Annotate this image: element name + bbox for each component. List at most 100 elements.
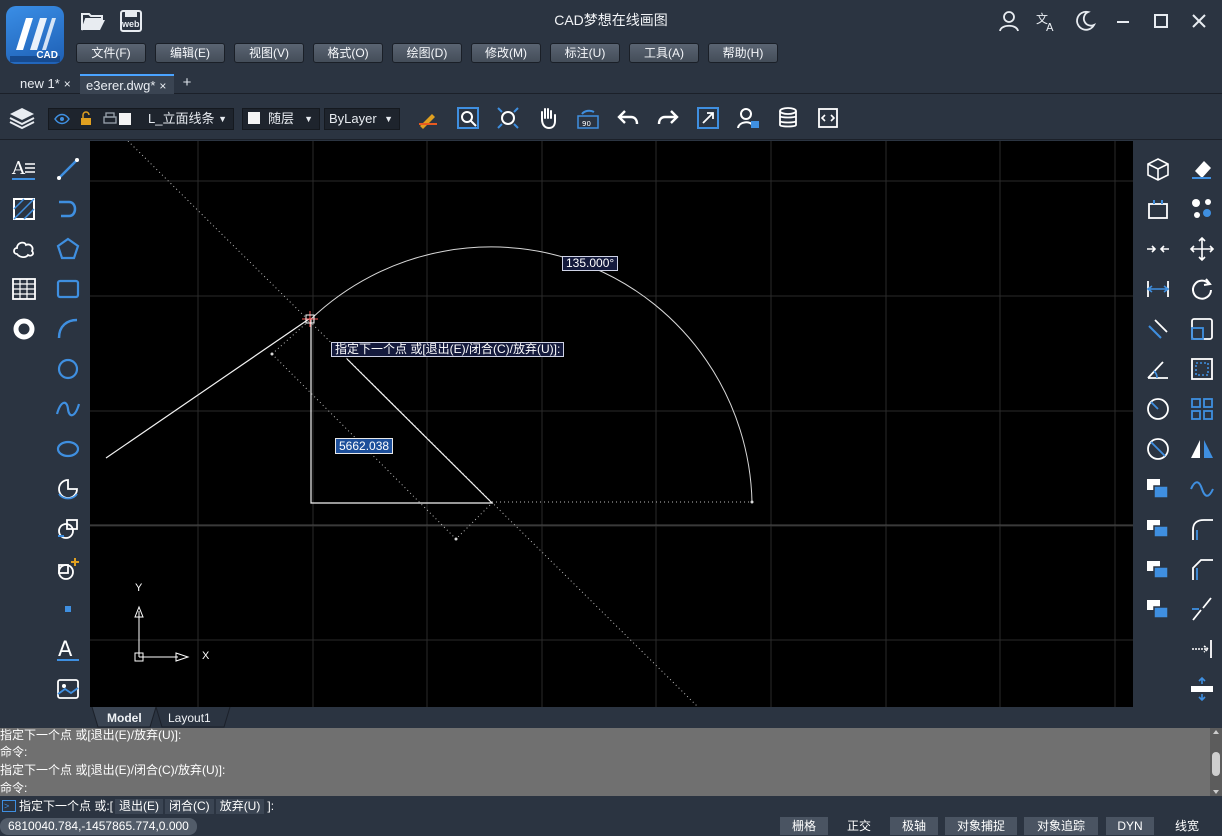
scroll-thumb[interactable] xyxy=(1212,752,1220,776)
toggle-dyn[interactable]: DYN xyxy=(1106,817,1154,835)
join-icon[interactable] xyxy=(1145,236,1171,262)
menu-file[interactable]: 文件(F) xyxy=(76,43,146,63)
menu-dimension[interactable]: 标注(U) xyxy=(550,43,620,63)
layer-select[interactable]: L_立面线条 ▼ xyxy=(48,108,234,130)
arc-entity[interactable] xyxy=(310,246,753,503)
donut-icon[interactable] xyxy=(11,316,37,342)
extend-icon[interactable] xyxy=(1189,636,1215,662)
dimension-radius-icon[interactable] xyxy=(1145,396,1171,422)
stretch-icon[interactable] xyxy=(1189,676,1215,702)
rectangle-icon[interactable] xyxy=(55,276,81,302)
circle-icon[interactable] xyxy=(55,356,81,382)
tab-model[interactable]: Model xyxy=(107,709,142,728)
length-dynamic-input[interactable]: 5662.038 xyxy=(335,438,394,454)
option-close[interactable]: 闭合(C) xyxy=(165,799,214,814)
toggle-object-snap[interactable]: 对象捕捉 xyxy=(945,817,1017,835)
toggle-ortho[interactable]: 正交 xyxy=(836,817,882,835)
web-save-icon[interactable]: web xyxy=(118,9,144,33)
fillet-icon[interactable] xyxy=(1189,516,1215,542)
draw-order-back-icon[interactable] xyxy=(1145,516,1171,542)
insert-block-icon[interactable] xyxy=(55,516,81,542)
app-logo[interactable]: CAD xyxy=(6,6,64,64)
rotate-view-icon[interactable]: 90 xyxy=(576,106,600,130)
move-icon[interactable] xyxy=(1189,236,1215,262)
hatch-icon[interactable] xyxy=(11,196,37,222)
arc-icon[interactable] xyxy=(55,316,81,342)
translate-icon[interactable]: 文A xyxy=(1035,9,1059,34)
user-settings-icon[interactable] xyxy=(736,106,760,130)
dimension-linear-icon[interactable] xyxy=(1145,276,1171,302)
spline-icon[interactable] xyxy=(55,396,81,422)
color-select[interactable]: 随层 ▼ xyxy=(242,108,320,130)
undo-icon[interactable] xyxy=(616,106,640,130)
add-tab-button[interactable]: + xyxy=(178,75,196,93)
option-exit[interactable]: 退出(E) xyxy=(115,799,164,814)
image-icon[interactable] xyxy=(55,676,81,702)
menu-draw[interactable]: 绘图(D) xyxy=(392,43,462,63)
pan-hand-icon[interactable] xyxy=(536,106,560,130)
wave-icon[interactable] xyxy=(1189,476,1215,502)
scroll-up-icon[interactable] xyxy=(1213,730,1219,734)
layers-icon[interactable] xyxy=(8,104,36,132)
revision-cloud-icon[interactable] xyxy=(11,236,37,262)
multiline-text-icon[interactable]: A xyxy=(11,156,37,182)
ellipse-arc-icon[interactable] xyxy=(55,476,81,502)
rotate-icon[interactable] xyxy=(1189,276,1215,302)
toggle-lineweight[interactable]: 线宽 xyxy=(1162,817,1212,835)
lock-icon[interactable] xyxy=(79,109,93,135)
point-icon[interactable] xyxy=(55,596,81,622)
tab-new-1[interactable]: new 1* × xyxy=(14,74,78,94)
array-icon[interactable] xyxy=(1189,396,1215,422)
offset-icon[interactable] xyxy=(1189,356,1215,382)
copy-icon[interactable] xyxy=(1145,196,1171,222)
zoom-window-icon[interactable] xyxy=(456,106,480,130)
chamfer-icon[interactable] xyxy=(1189,556,1215,582)
tab-close-icon[interactable]: × xyxy=(64,77,71,91)
create-block-icon[interactable] xyxy=(55,556,81,582)
toggle-object-tracking[interactable]: 对象追踪 xyxy=(1024,817,1098,835)
toggle-grid[interactable]: 栅格 xyxy=(780,817,828,835)
linetype-select[interactable]: ByLayer ▼ xyxy=(324,108,400,130)
code-icon[interactable] xyxy=(816,106,840,130)
text-icon[interactable]: A xyxy=(55,636,81,662)
user-icon[interactable] xyxy=(997,9,1021,33)
zoom-fit-icon[interactable] xyxy=(696,106,720,130)
print-icon[interactable] xyxy=(103,109,117,135)
line-icon[interactable] xyxy=(55,156,81,182)
menu-edit[interactable]: 编辑(E) xyxy=(155,43,225,63)
draw-order-front-icon[interactable] xyxy=(1145,476,1171,502)
menu-view[interactable]: 视图(V) xyxy=(234,43,304,63)
menu-format[interactable]: 格式(O) xyxy=(313,43,383,63)
menu-modify[interactable]: 修改(M) xyxy=(471,43,541,63)
table-icon[interactable] xyxy=(11,276,37,302)
menu-help[interactable]: 帮助(H) xyxy=(708,43,778,63)
maximize-icon[interactable] xyxy=(1149,9,1173,33)
erase-icon[interactable] xyxy=(1189,156,1215,182)
theme-moon-icon[interactable] xyxy=(1073,9,1097,33)
scale-icon[interactable] xyxy=(1189,316,1215,342)
close-icon[interactable] xyxy=(1187,9,1211,33)
command-prompt[interactable]: > 指定下一个点 或:[退出(E) 闭合(C) 放弃(U)]: xyxy=(0,797,1222,816)
bring-above-icon[interactable] xyxy=(1145,556,1171,582)
visibility-eye-icon[interactable] xyxy=(54,109,70,135)
move-objects-icon[interactable] xyxy=(1189,196,1215,222)
menu-tools[interactable]: 工具(A) xyxy=(629,43,699,63)
mirror-icon[interactable] xyxy=(1189,436,1215,462)
send-under-icon[interactable] xyxy=(1145,596,1171,622)
dimension-angular-icon[interactable] xyxy=(1145,356,1171,382)
folder-open-icon[interactable] xyxy=(80,9,106,33)
tab-layout1[interactable]: Layout1 xyxy=(168,709,211,728)
polyline-icon[interactable] xyxy=(55,196,81,222)
dimension-diameter-icon[interactable] xyxy=(1145,436,1171,462)
database-icon[interactable] xyxy=(776,106,800,130)
drawing-canvas[interactable]: Y X 135.000° 指定下一个点 或[退出(E)/闭合(C)/放弃(U)]… xyxy=(90,141,1133,707)
3d-box-icon[interactable] xyxy=(1145,156,1171,182)
option-undo[interactable]: 放弃(U) xyxy=(215,799,265,814)
dimension-aligned-icon[interactable] xyxy=(1145,316,1171,342)
zoom-extents-icon[interactable] xyxy=(496,106,520,130)
minimize-icon[interactable] xyxy=(1111,9,1135,33)
redo-icon[interactable] xyxy=(656,106,680,130)
break-icon[interactable] xyxy=(1189,596,1215,622)
tab-close-icon[interactable]: × xyxy=(159,79,166,93)
tab-e3erer[interactable]: e3erer.dwg* × xyxy=(80,74,174,94)
